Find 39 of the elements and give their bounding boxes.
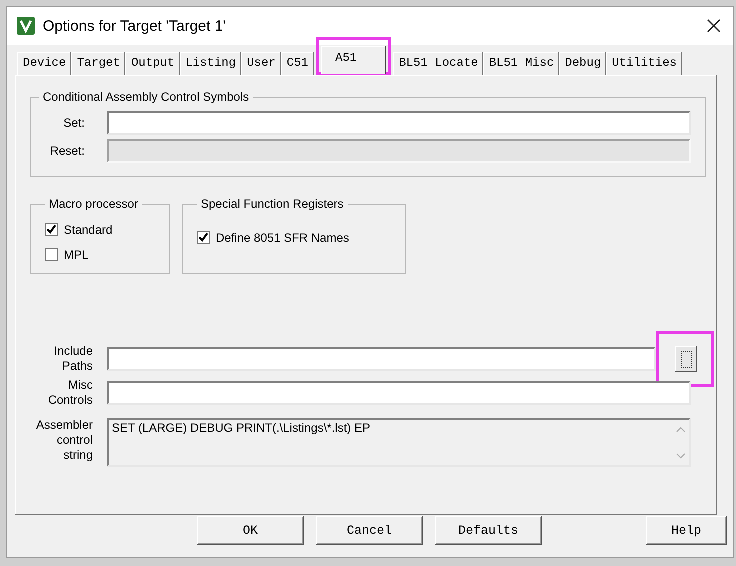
window-title: Options for Target 'Target 1' [43, 18, 228, 34]
field-label: Assembler control string [35, 418, 94, 463]
group-title: Conditional Assembly Control Symbols [42, 90, 250, 104]
field-label: Set: [62, 116, 86, 130]
checkbox-label: MPL [64, 248, 89, 262]
close-icon[interactable] [707, 19, 721, 33]
tab[interactable]: A51 [320, 46, 386, 74]
control-string: SET (LARGE) DEBUG PRINT(.\Listings\*.lst) EP [112, 421, 370, 437]
tab[interactable]: Device [17, 52, 72, 75]
field-label: Reset: [49, 144, 86, 158]
tab[interactable]: C51 [280, 52, 314, 75]
tab[interactable]: Utilities [606, 52, 682, 75]
checkbox[interactable] [45, 248, 58, 261]
tab[interactable]: Listing [180, 52, 242, 75]
text-area[interactable]: SET (LARGE) DEBUG PRINT(.\Listings\*.lst) EP [107, 418, 691, 467]
dialog-button[interactable]: Cancel [316, 516, 423, 545]
browse-button[interactable] [675, 346, 697, 372]
checkbox[interactable] [197, 231, 210, 244]
group-title: Special Function Registers [200, 197, 345, 211]
tab[interactable]: BL51 Misc [483, 52, 560, 75]
input-field[interactable] [107, 347, 656, 371]
app-logo-icon [17, 17, 35, 35]
tab[interactable]: BL51 Locate [393, 52, 484, 75]
dialog-button[interactable]: OK [197, 516, 304, 545]
checkbox-label: Define 8051 SFR Names [216, 230, 350, 244]
focus-rect-icon [680, 350, 692, 368]
checkbox-label: Standard [64, 222, 113, 236]
tab[interactable]: Output [125, 52, 180, 75]
dialog-button[interactable]: Defaults [435, 516, 542, 545]
group-title: Macro processor [48, 197, 140, 211]
input-field[interactable] [107, 111, 691, 135]
dialog-button[interactable]: Help [646, 516, 727, 545]
field-label: Misc Controls [47, 378, 94, 408]
field-label: Include Paths [53, 344, 94, 374]
tab[interactable]: Target [71, 52, 126, 75]
tab[interactable]: User [241, 52, 281, 75]
tab[interactable]: Debug [559, 52, 606, 75]
input-field[interactable] [107, 381, 691, 405]
checkbox[interactable] [45, 223, 58, 236]
